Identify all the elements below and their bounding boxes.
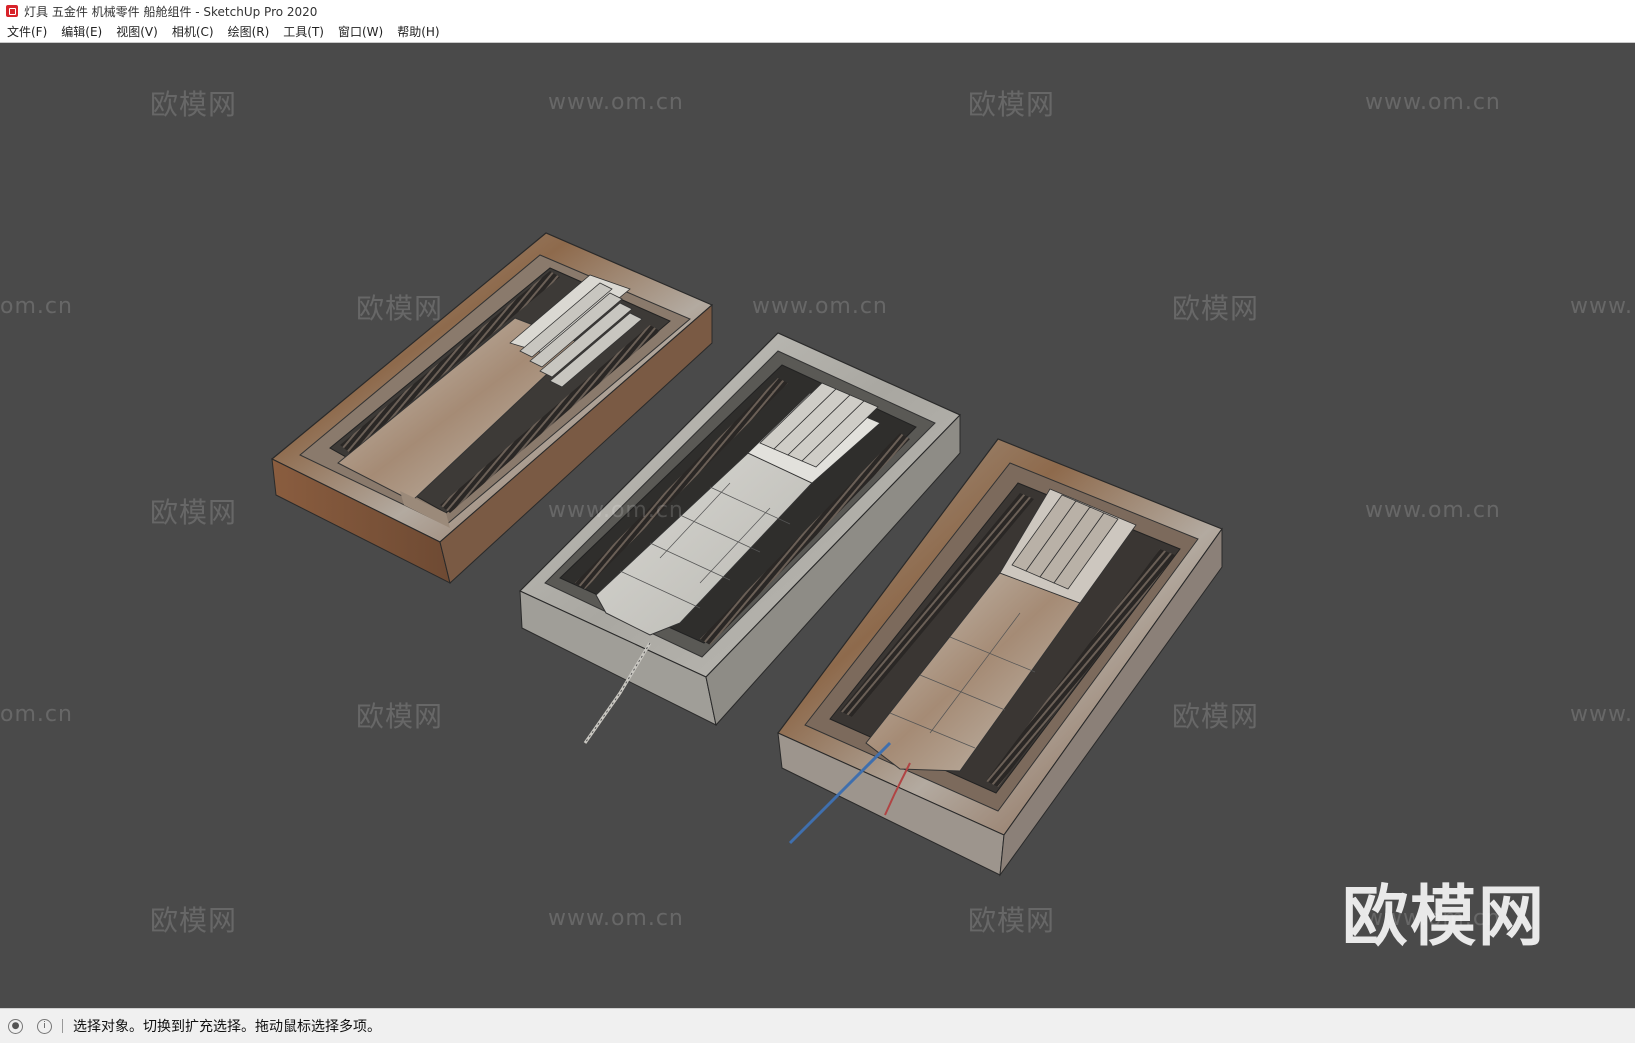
status-text: 选择对象。切换到扩充选择。拖动鼠标选择多项。	[73, 1019, 381, 1035]
menu-bar: 文件(F) 编辑(E) 视图(V) 相机(C) 绘图(R) 工具(T) 窗口(W…	[0, 22, 1635, 43]
watermark-url: www.om.cn	[1365, 498, 1501, 523]
menu-help[interactable]: 帮助(H)	[390, 22, 446, 42]
watermark-url-partial: www.	[1570, 294, 1633, 319]
watermark-url: www.om.cn	[752, 294, 888, 319]
title-bar: 灯具 五金件 机械零件 船舱组件 - SketchUp Pro 2020	[0, 0, 1635, 22]
geo-location-icon[interactable]: ●	[8, 1018, 23, 1034]
watermark-brand: 欧模网	[356, 700, 444, 733]
menu-camera[interactable]: 相机(C)	[165, 22, 221, 42]
model-viewport[interactable]: 欧模网 www.om.cn 欧模网 www.om.cn om.cn 欧模网 ww…	[0, 43, 1635, 1008]
watermark-url-partial: om.cn	[0, 702, 73, 727]
watermark-url: www.om.cn	[548, 906, 684, 931]
menu-view[interactable]: 视图(V)	[109, 22, 165, 42]
watermark-brand: 欧模网	[150, 496, 238, 529]
menu-window[interactable]: 窗口(W)	[331, 22, 390, 42]
menu-file[interactable]: 文件(F)	[0, 22, 54, 42]
sketchup-logo-icon	[6, 5, 18, 17]
watermark-url-partial: om.cn	[0, 294, 73, 319]
watermark-brand: 欧模网	[1172, 292, 1260, 325]
window-title: 灯具 五金件 机械零件 船舱组件 - SketchUp Pro 2020	[24, 4, 318, 19]
watermark-brand-large: 欧模网	[1342, 878, 1546, 955]
watermark-url: www.om.cn	[1365, 90, 1501, 115]
watermark-brand: 欧模网	[1172, 700, 1260, 733]
watermark-url: www.om.cn	[548, 90, 684, 115]
menu-tools[interactable]: 工具(T)	[276, 22, 331, 42]
watermark-brand: 欧模网	[968, 88, 1056, 121]
menu-edit[interactable]: 编辑(E)	[54, 22, 109, 42]
menu-draw[interactable]: 绘图(R)	[221, 22, 277, 42]
status-bar: ● i 选择对象。切换到扩充选择。拖动鼠标选择多项。	[0, 1008, 1635, 1043]
watermark-brand: 欧模网	[968, 904, 1056, 937]
watermark-url-partial: www.	[1570, 702, 1633, 727]
watermark-url: www.om.cn	[548, 498, 684, 523]
watermark-brand: 欧模网	[356, 292, 444, 325]
watermark-brand: 欧模网	[150, 904, 238, 937]
status-divider	[62, 1019, 63, 1033]
watermark-brand: 欧模网	[150, 88, 238, 121]
info-icon[interactable]: i	[37, 1018, 52, 1034]
